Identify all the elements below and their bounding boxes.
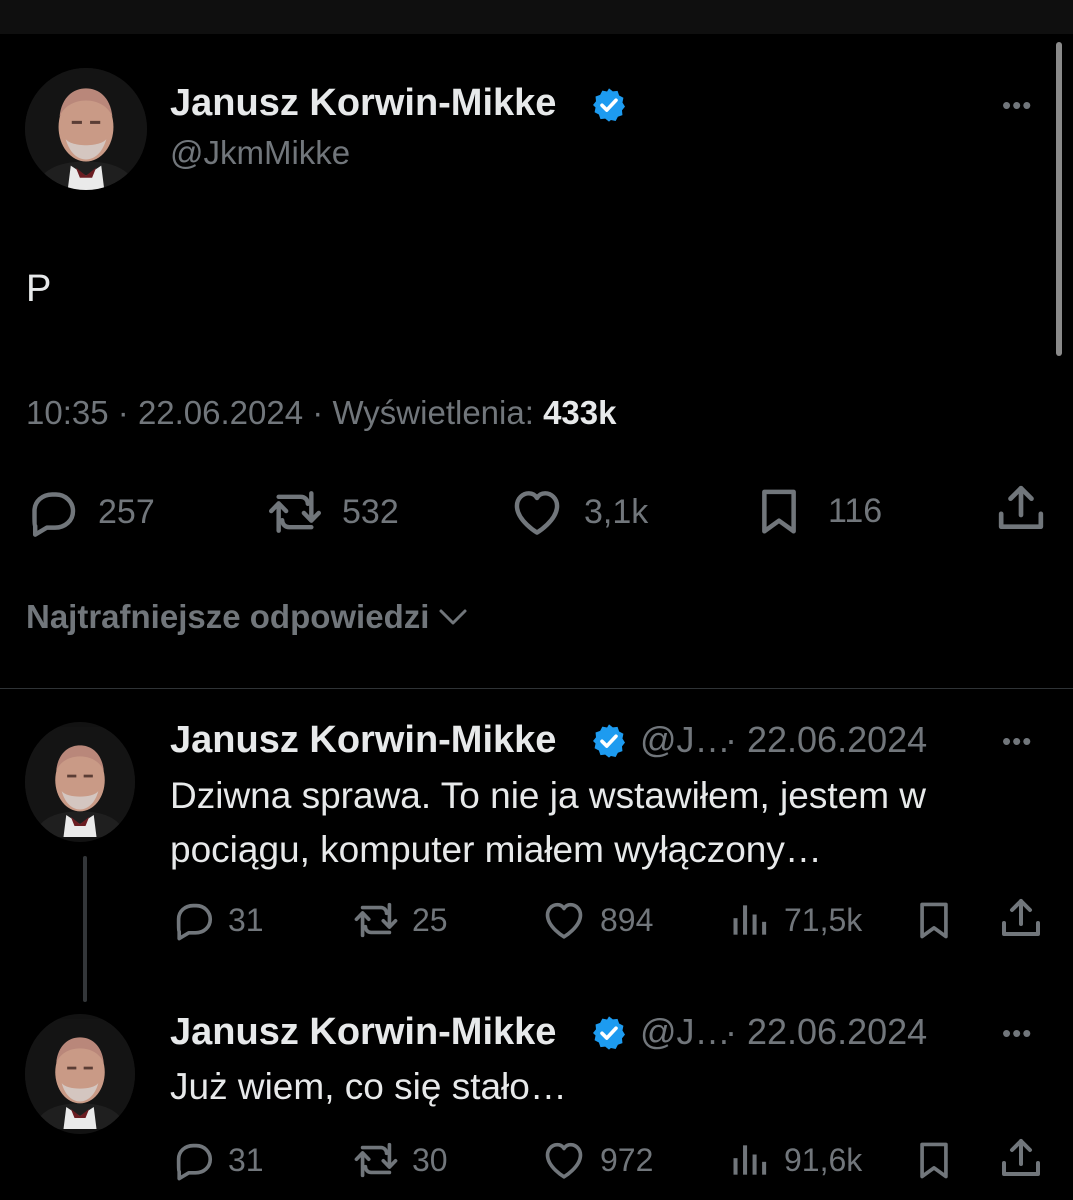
views-label: Wyświetlenia: — [332, 394, 534, 431]
share-button[interactable] — [997, 1134, 1045, 1182]
reply-count: 31 — [228, 1141, 264, 1178]
verified-badge-icon — [590, 86, 628, 124]
share-upload-icon — [993, 480, 1049, 536]
like-button[interactable]: 894 — [540, 897, 653, 943]
more-options-button[interactable]: ••• — [1002, 728, 1032, 754]
speech-bubble-icon — [170, 897, 216, 943]
like-count: 894 — [600, 901, 654, 938]
avatar-photo — [25, 722, 135, 842]
divider — [0, 688, 1073, 689]
reply-date[interactable]: · 22.06.2024 — [725, 719, 927, 761]
reply-text-line: pociągu, komputer miałem wyłączony… — [170, 829, 822, 870]
scrollbar[interactable] — [1056, 42, 1062, 356]
thread-connector-line — [83, 856, 87, 1002]
top-status-strip — [0, 0, 1073, 34]
views-count: 433k — [543, 394, 617, 431]
reply-author-handle[interactable]: @J… — [640, 719, 731, 761]
avatar[interactable] — [25, 722, 135, 842]
speech-bubble-icon — [170, 1137, 216, 1183]
reply-button[interactable]: 257 — [24, 484, 155, 540]
separator: · — [117, 394, 138, 431]
bookmark-icon — [912, 896, 956, 944]
verified-badge-icon — [590, 1014, 628, 1052]
reply-text-line: Już wiem, co się stało… — [170, 1066, 567, 1107]
share-button[interactable] — [997, 894, 1045, 942]
retweet-button[interactable]: 532 — [266, 484, 399, 540]
like-count: 3,1k — [584, 492, 649, 531]
reply-author-handle[interactable]: @J… — [640, 1011, 731, 1053]
reply-text-line: Dziwna sprawa. To nie ja wstawiłem, jest… — [170, 775, 927, 816]
avatar-photo — [25, 1014, 135, 1134]
avatar[interactable] — [25, 68, 147, 190]
reply-button[interactable]: 31 — [170, 1137, 264, 1183]
more-options-button[interactable]: ••• — [1002, 92, 1032, 118]
reply-author-name[interactable]: Janusz Korwin-Mikke — [170, 1011, 556, 1054]
chevron-down-icon — [439, 609, 467, 625]
author-handle[interactable]: @JkmMikke — [170, 134, 350, 172]
reply-date[interactable]: · 22.06.2024 — [725, 1011, 927, 1053]
verified-badge-icon — [590, 722, 628, 760]
share-upload-icon — [997, 894, 1045, 942]
tweet-date[interactable]: 22.06.2024 — [138, 394, 303, 431]
like-button[interactable]: 3,1k — [508, 484, 648, 540]
retweet-arrows-icon — [266, 484, 324, 540]
retweet-arrows-icon — [352, 897, 400, 943]
heart-icon — [540, 1137, 588, 1183]
heart-icon — [508, 484, 566, 540]
share-upload-icon — [997, 1134, 1045, 1182]
tweet-meta: 10:35 · 22.06.2024 · Wyświetlenia: 433k — [26, 394, 616, 432]
retweet-count: 30 — [412, 1141, 448, 1178]
avatar[interactable] — [25, 1014, 135, 1134]
retweet-arrows-icon — [352, 1137, 400, 1183]
bookmark-button[interactable]: 116 — [752, 482, 882, 540]
views-button[interactable]: 91,6k — [728, 1137, 862, 1183]
sort-label: Najtrafniejsze odpowiedzi — [26, 598, 430, 635]
bar-chart-icon — [728, 897, 772, 943]
heart-icon — [540, 897, 588, 943]
retweet-button[interactable]: 30 — [352, 1137, 448, 1183]
bookmark-button[interactable] — [912, 896, 956, 944]
share-button[interactable] — [993, 480, 1049, 536]
reply-count: 257 — [98, 492, 155, 531]
bookmark-button[interactable] — [912, 1136, 956, 1184]
retweet-button[interactable]: 25 — [352, 897, 448, 943]
reply-button[interactable]: 31 — [170, 897, 264, 943]
bar-chart-icon — [728, 1137, 772, 1183]
tweet-time[interactable]: 10:35 — [26, 394, 109, 431]
retweet-count: 532 — [342, 492, 399, 531]
like-count: 972 — [600, 1141, 654, 1178]
bookmark-icon — [912, 1136, 956, 1184]
separator: · — [312, 394, 333, 431]
tweet-text: P — [26, 268, 52, 310]
replies-sort-dropdown[interactable]: Najtrafniejsze odpowiedzi — [26, 598, 471, 636]
retweet-count: 25 — [412, 901, 448, 938]
like-button[interactable]: 972 — [540, 1137, 653, 1183]
views-button[interactable]: 71,5k — [728, 897, 862, 943]
more-options-button[interactable]: ••• — [1002, 1020, 1032, 1046]
bookmark-icon — [752, 482, 806, 540]
reply-count: 31 — [228, 901, 264, 938]
avatar-photo — [25, 68, 147, 190]
speech-bubble-icon — [24, 484, 80, 540]
author-name[interactable]: Janusz Korwin-Mikke — [170, 82, 556, 125]
reply-author-name[interactable]: Janusz Korwin-Mikke — [170, 719, 556, 762]
bookmark-count: 116 — [828, 491, 883, 530]
views-count: 71,5k — [784, 901, 863, 938]
views-count: 91,6k — [784, 1141, 863, 1178]
